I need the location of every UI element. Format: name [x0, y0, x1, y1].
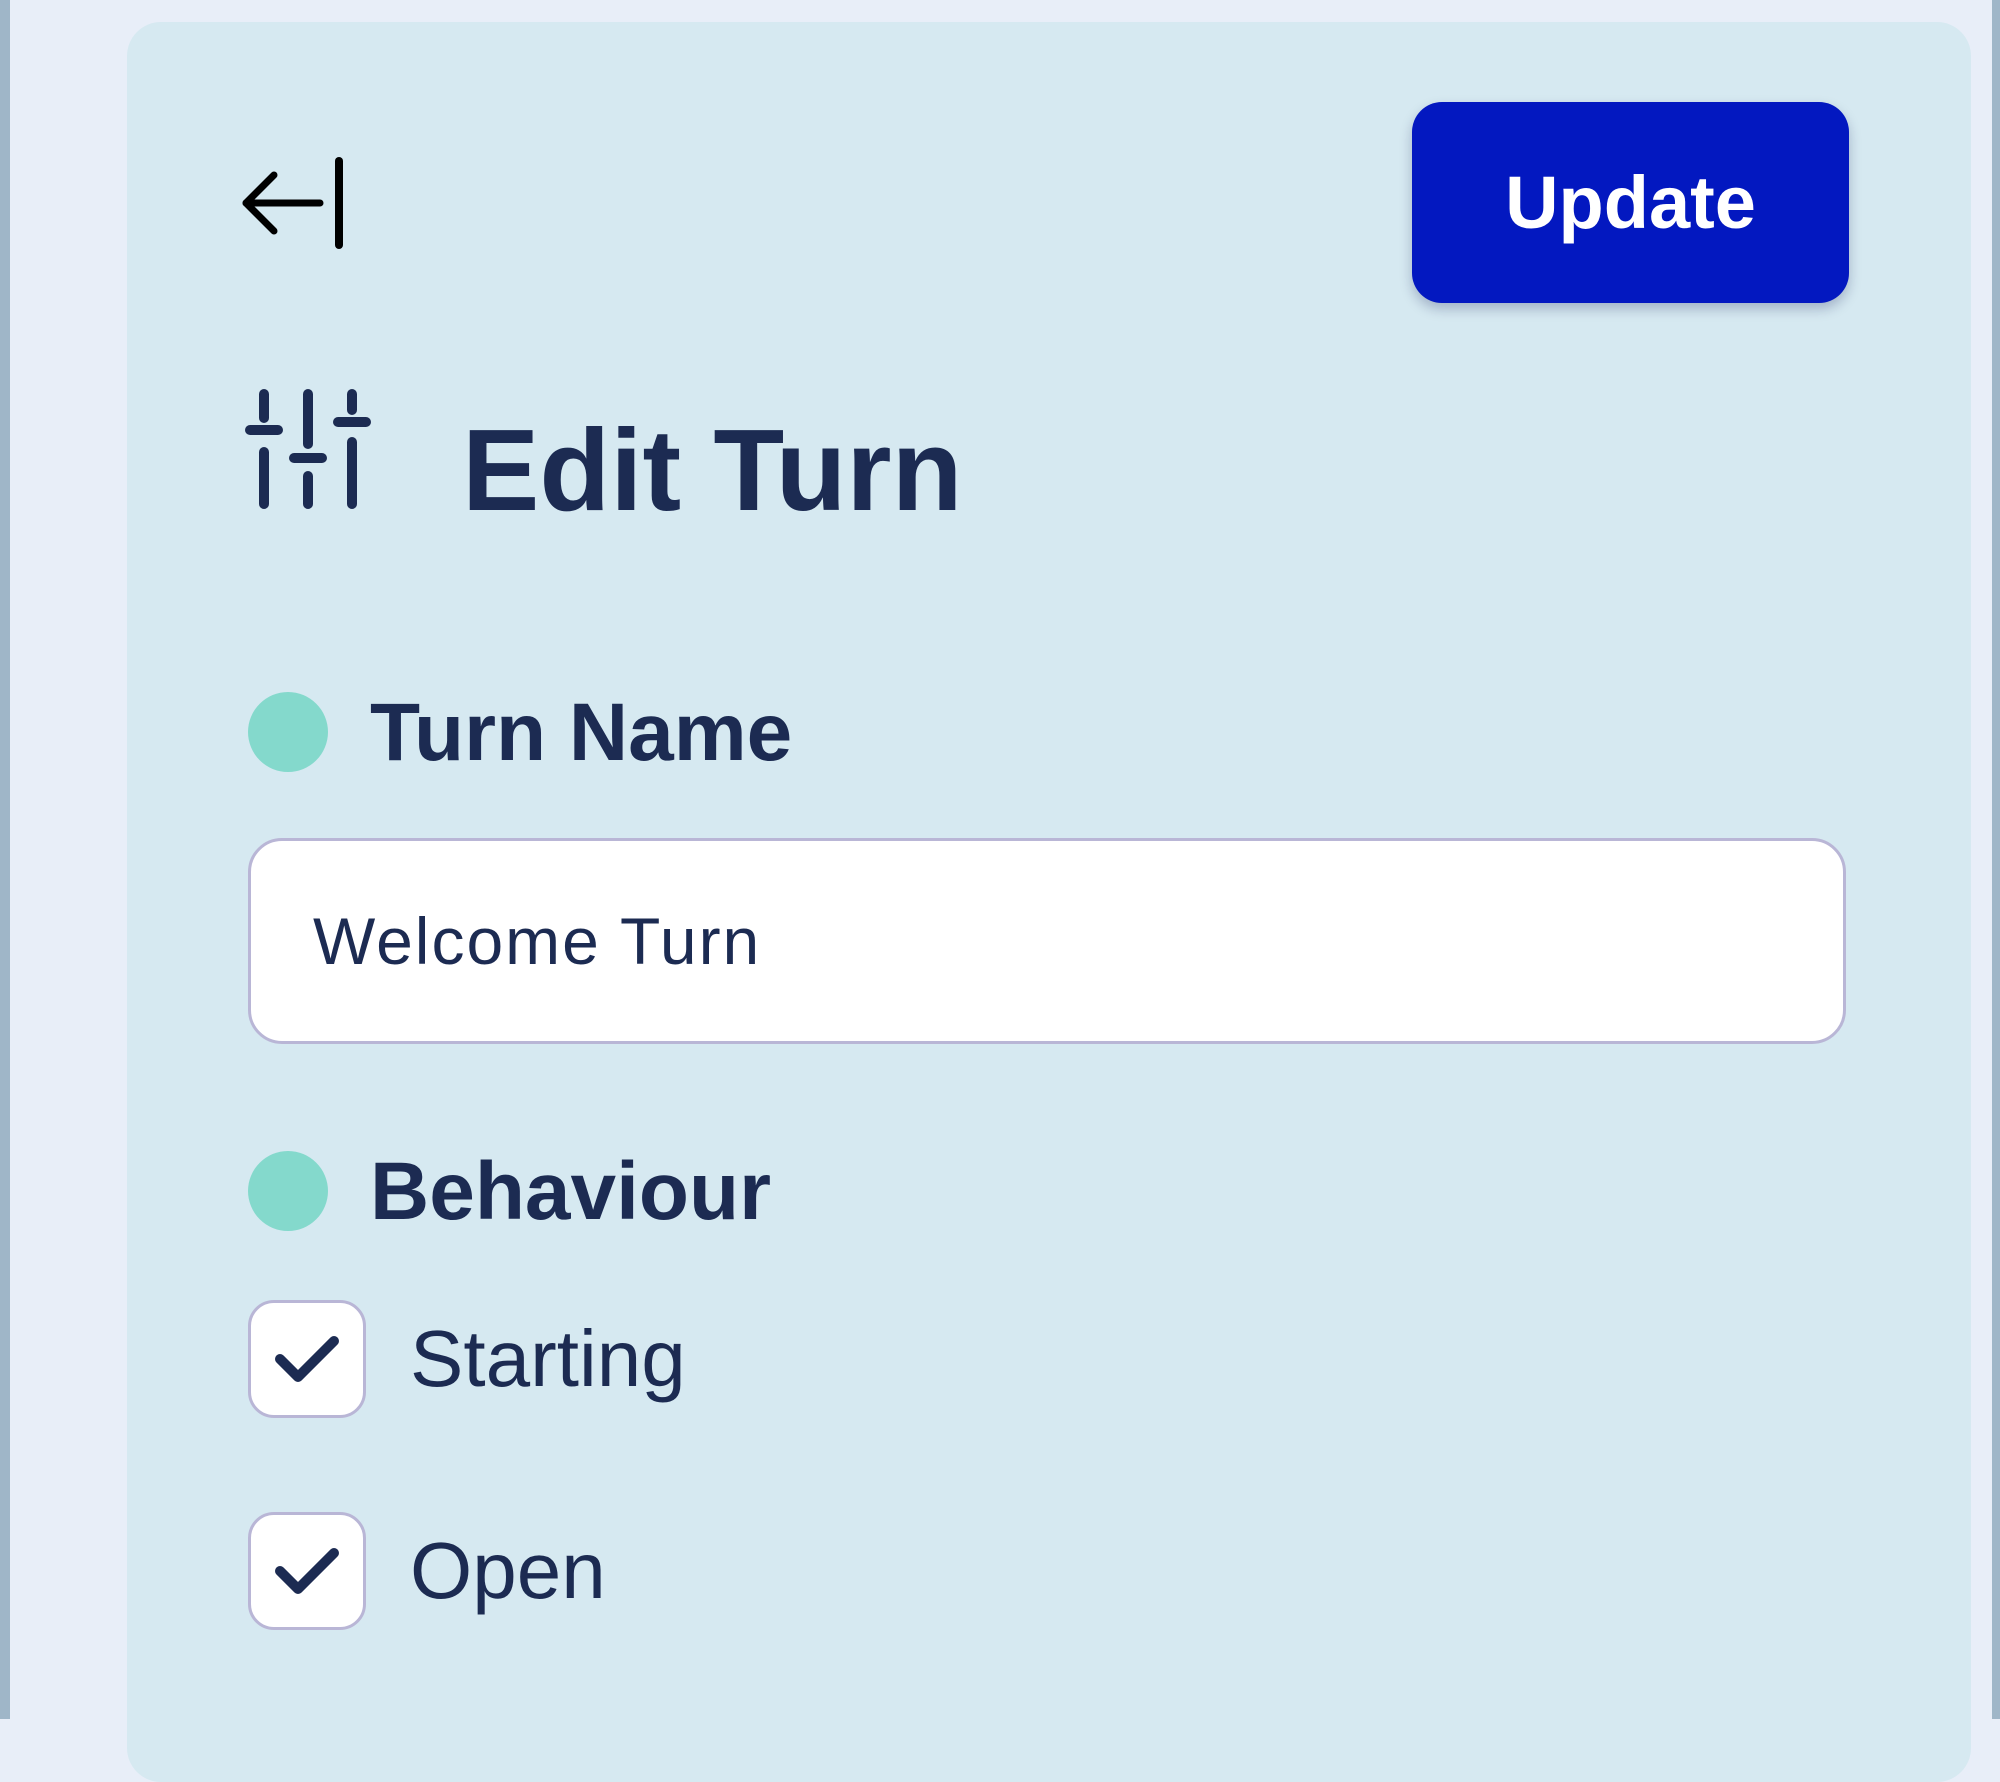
behaviour-label: Behaviour: [370, 1146, 771, 1237]
checkmark-icon: [275, 1548, 339, 1594]
starting-label: Starting: [410, 1314, 686, 1403]
behaviour-indicator-dot: [248, 1151, 328, 1231]
turn-name-input[interactable]: [248, 838, 1846, 1044]
window-left-edge: [0, 0, 10, 1719]
behaviour-option-starting[interactable]: Starting: [248, 1300, 686, 1418]
page-title: Edit Turn: [462, 405, 963, 535]
turn-name-label: Turn Name: [370, 687, 793, 778]
collapse-back-button[interactable]: [240, 148, 360, 258]
behaviour-option-open[interactable]: Open: [248, 1512, 606, 1630]
arrow-left-to-line-icon: [242, 157, 343, 249]
open-label: Open: [410, 1526, 606, 1615]
checkmark-icon: [275, 1336, 339, 1382]
window-right-edge: [1992, 0, 2000, 1719]
open-checkbox[interactable]: [248, 1512, 366, 1630]
sliders-icon: [245, 389, 371, 509]
update-button[interactable]: Update: [1412, 102, 1849, 303]
turn-name-indicator-dot: [248, 692, 328, 772]
starting-checkbox[interactable]: [248, 1300, 366, 1418]
